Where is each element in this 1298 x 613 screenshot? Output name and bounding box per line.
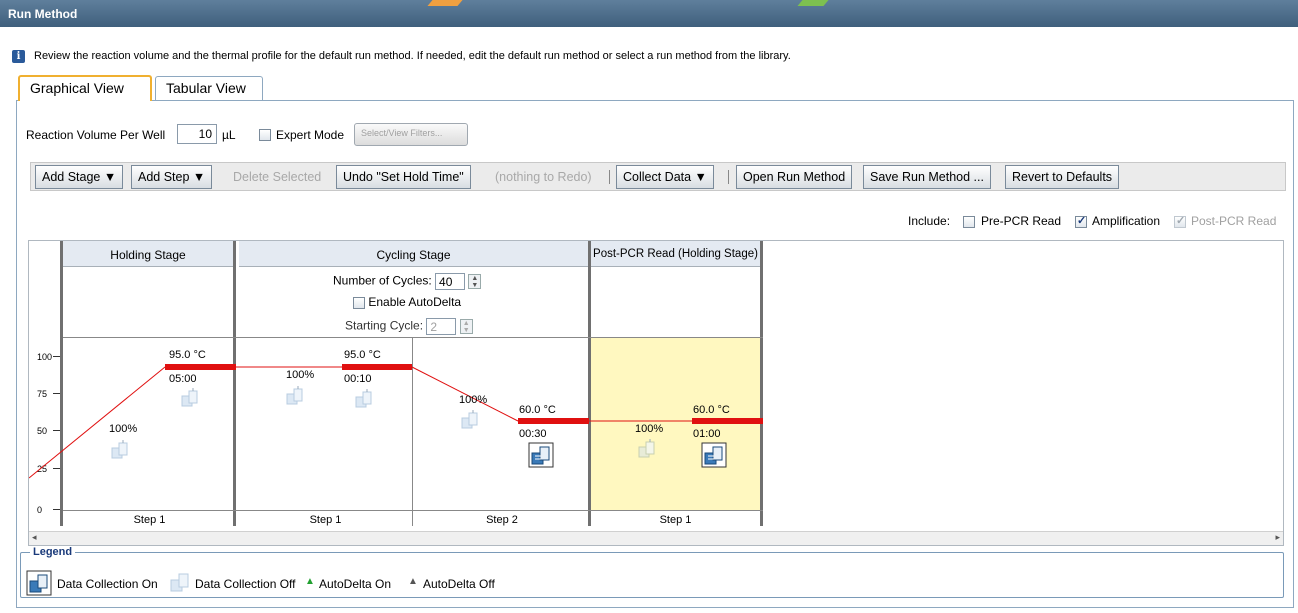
add-step-button[interactable]: Add Step ▼ (131, 165, 213, 189)
info-icon: i (12, 50, 25, 63)
step-hold-time[interactable]: 00:10 (344, 373, 372, 385)
thermal-profile-graph: 100 75 50 25 0 Holding Stage Cycling Sta… (28, 240, 1284, 546)
step-hold-time[interactable]: 00:30 (519, 428, 547, 440)
select-view-filters-button[interactable]: Select/View Filters... (354, 123, 468, 146)
post-pcr-read-label: Post-PCR Read (1191, 214, 1277, 228)
step-hold-time[interactable]: 05:00 (169, 373, 197, 385)
pre-pcr-read-label: Pre-PCR Read (981, 214, 1062, 228)
ramp-rate[interactable]: 100% (286, 369, 314, 381)
ramp-rate[interactable]: 100% (459, 394, 487, 406)
tab-tabular-view[interactable]: Tabular View (155, 76, 263, 100)
legend-data-collection-on: Data Collection On (57, 577, 158, 591)
reaction-volume-label: Reaction Volume Per Well (26, 128, 166, 142)
redo-button[interactable]: (nothing to Redo) (491, 165, 596, 189)
legend-box (20, 552, 1284, 598)
save-run-method-button[interactable]: Save Run Method ... (863, 165, 991, 189)
reaction-volume-unit: µL (222, 128, 236, 142)
legend-autodelta-off: AutoDelta Off (423, 577, 495, 591)
step-temperature[interactable]: 60.0 °C (519, 404, 556, 416)
undo-button[interactable]: Undo "Set Hold Time" (336, 165, 471, 189)
data-collection-off-icon[interactable] (459, 409, 481, 431)
reaction-volume-input[interactable]: 10 (177, 124, 217, 144)
collect-data-button[interactable]: Collect Data ▼ (616, 165, 714, 189)
data-collection-off-icon[interactable] (353, 388, 375, 410)
data-collection-off-icon[interactable] (109, 439, 131, 461)
revert-to-defaults-button[interactable]: Revert to Defaults (1005, 165, 1120, 189)
data-collection-off-icon (170, 573, 189, 592)
info-text: Review the reaction volume and the therm… (34, 50, 791, 62)
step-label: Step 1 (133, 514, 166, 526)
data-collection-on-icon (26, 570, 52, 596)
window-title: Run Method (8, 7, 78, 21)
data-collection-on-icon[interactable] (701, 442, 727, 468)
legend-title: Legend (30, 546, 76, 558)
amplification-label: Amplification (1092, 214, 1161, 228)
ramp-rate[interactable]: 100% (635, 423, 663, 435)
toolbar: Add Stage ▼ Add Step ▼ Delete Selected U… (30, 162, 1286, 191)
pre-pcr-read-checkbox[interactable] (963, 214, 975, 228)
legend-data-collection-off: Data Collection Off (195, 577, 296, 591)
toolbar-separator (609, 170, 610, 184)
step-label: Step 1 (659, 514, 692, 526)
step-temperature[interactable]: 95.0 °C (344, 349, 381, 361)
include-label: Include: (908, 214, 951, 228)
tab-graphical-view[interactable]: Graphical View (18, 75, 152, 101)
open-run-method-button[interactable]: Open Run Method (736, 165, 853, 189)
legend-autodelta-on: AutoDelta On (319, 577, 392, 591)
horizontal-scrollbar[interactable]: ◂ ▸ (29, 531, 1283, 545)
autodelta-on-icon: ▲ (305, 576, 315, 587)
data-collection-off-icon[interactable] (284, 385, 306, 407)
step-temperature[interactable]: 60.0 °C (693, 404, 730, 416)
step-label: Step 2 (486, 514, 518, 526)
post-pcr-read-checkbox[interactable] (1174, 214, 1186, 228)
toolbar-separator (728, 170, 729, 184)
thermal-profile-chart (29, 364, 763, 479)
step-temperature[interactable]: 95.0 °C (169, 349, 206, 361)
decor-stripe (427, 0, 463, 6)
step-label: Step 1 (309, 514, 342, 526)
data-collection-off-icon[interactable] (179, 387, 201, 409)
delete-selected-button[interactable]: Delete Selected (229, 165, 325, 189)
step-hold-time[interactable]: 01:00 (693, 428, 721, 440)
add-stage-button[interactable]: Add Stage ▼ (35, 165, 124, 189)
autodelta-off-icon: ▲ (408, 576, 418, 587)
expert-mode-checkbox[interactable] (259, 127, 271, 141)
window-title-bar: Run Method (0, 0, 1298, 27)
expert-mode-label: Expert Mode (276, 128, 345, 142)
scroll-right-icon[interactable]: ▸ (1275, 532, 1280, 543)
scroll-left-icon[interactable]: ◂ (32, 532, 37, 543)
amplification-checkbox[interactable] (1075, 214, 1087, 228)
data-collection-on-icon[interactable] (528, 442, 554, 468)
ramp-rate[interactable]: 100% (109, 423, 137, 435)
decor-stripe (797, 0, 829, 6)
data-collection-off-icon[interactable] (636, 438, 658, 460)
